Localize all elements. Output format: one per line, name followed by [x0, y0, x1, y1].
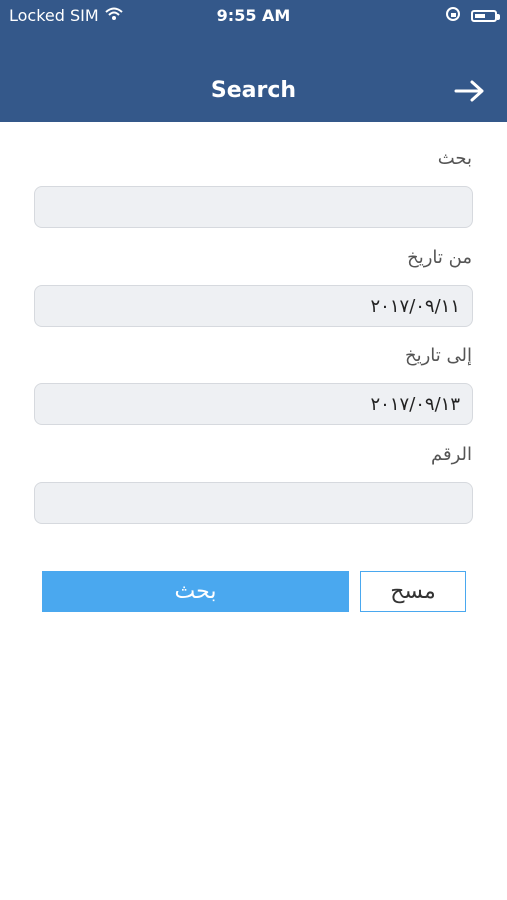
to-date-value: ٢٠١٧/٠٩/١٣: [370, 393, 460, 415]
status-right: [445, 6, 500, 26]
to-date-field[interactable]: ٢٠١٧/٠٩/١٣: [34, 383, 473, 425]
orientation-lock-icon: [445, 6, 461, 26]
search-label: بحث: [437, 148, 472, 169]
status-time: 9:55 AM: [216, 6, 291, 25]
arrow-right-icon: [454, 80, 484, 102]
status-bar: Locked SIM 9:55 AM: [0, 0, 507, 32]
number-label: الرقم: [430, 444, 472, 465]
nav-header: Locked SIM 9:55 AM Search: [0, 0, 507, 122]
from-date-field[interactable]: ٢٠١٧/٠٩/١١: [34, 285, 473, 327]
search-button[interactable]: بحث: [42, 571, 349, 612]
clear-button[interactable]: مسح: [360, 571, 466, 612]
number-input[interactable]: [34, 482, 473, 524]
from-date-label: من تاريخ: [407, 247, 472, 268]
search-input[interactable]: [34, 186, 473, 228]
battery-icon: [471, 10, 500, 22]
to-date-label: إلى تاريخ: [404, 345, 472, 366]
back-button[interactable]: [453, 76, 487, 106]
from-date-value: ٢٠١٧/٠٩/١١: [370, 295, 460, 317]
page-title: Search: [210, 78, 297, 103]
